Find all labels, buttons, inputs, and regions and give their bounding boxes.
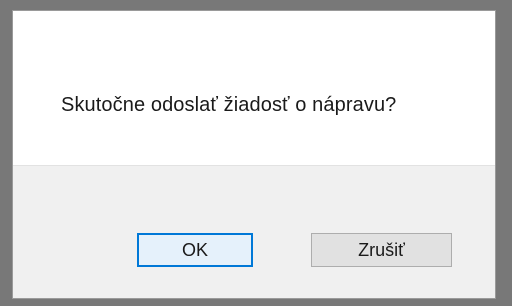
dialog-message-area: Skutočne odoslať žiadosť o nápravu? xyxy=(13,11,495,165)
confirm-dialog: Skutočne odoslať žiadosť o nápravu? OK Z… xyxy=(12,10,496,299)
app-backdrop: Skutočne odoslať žiadosť o nápravu? OK Z… xyxy=(0,0,512,306)
cancel-button[interactable]: Zrušiť xyxy=(311,233,452,267)
ok-button[interactable]: OK xyxy=(137,233,253,267)
dialog-button-bar: OK Zrušiť xyxy=(13,165,495,298)
dialog-message: Skutočne odoslať žiadosť o nápravu? xyxy=(61,94,397,116)
